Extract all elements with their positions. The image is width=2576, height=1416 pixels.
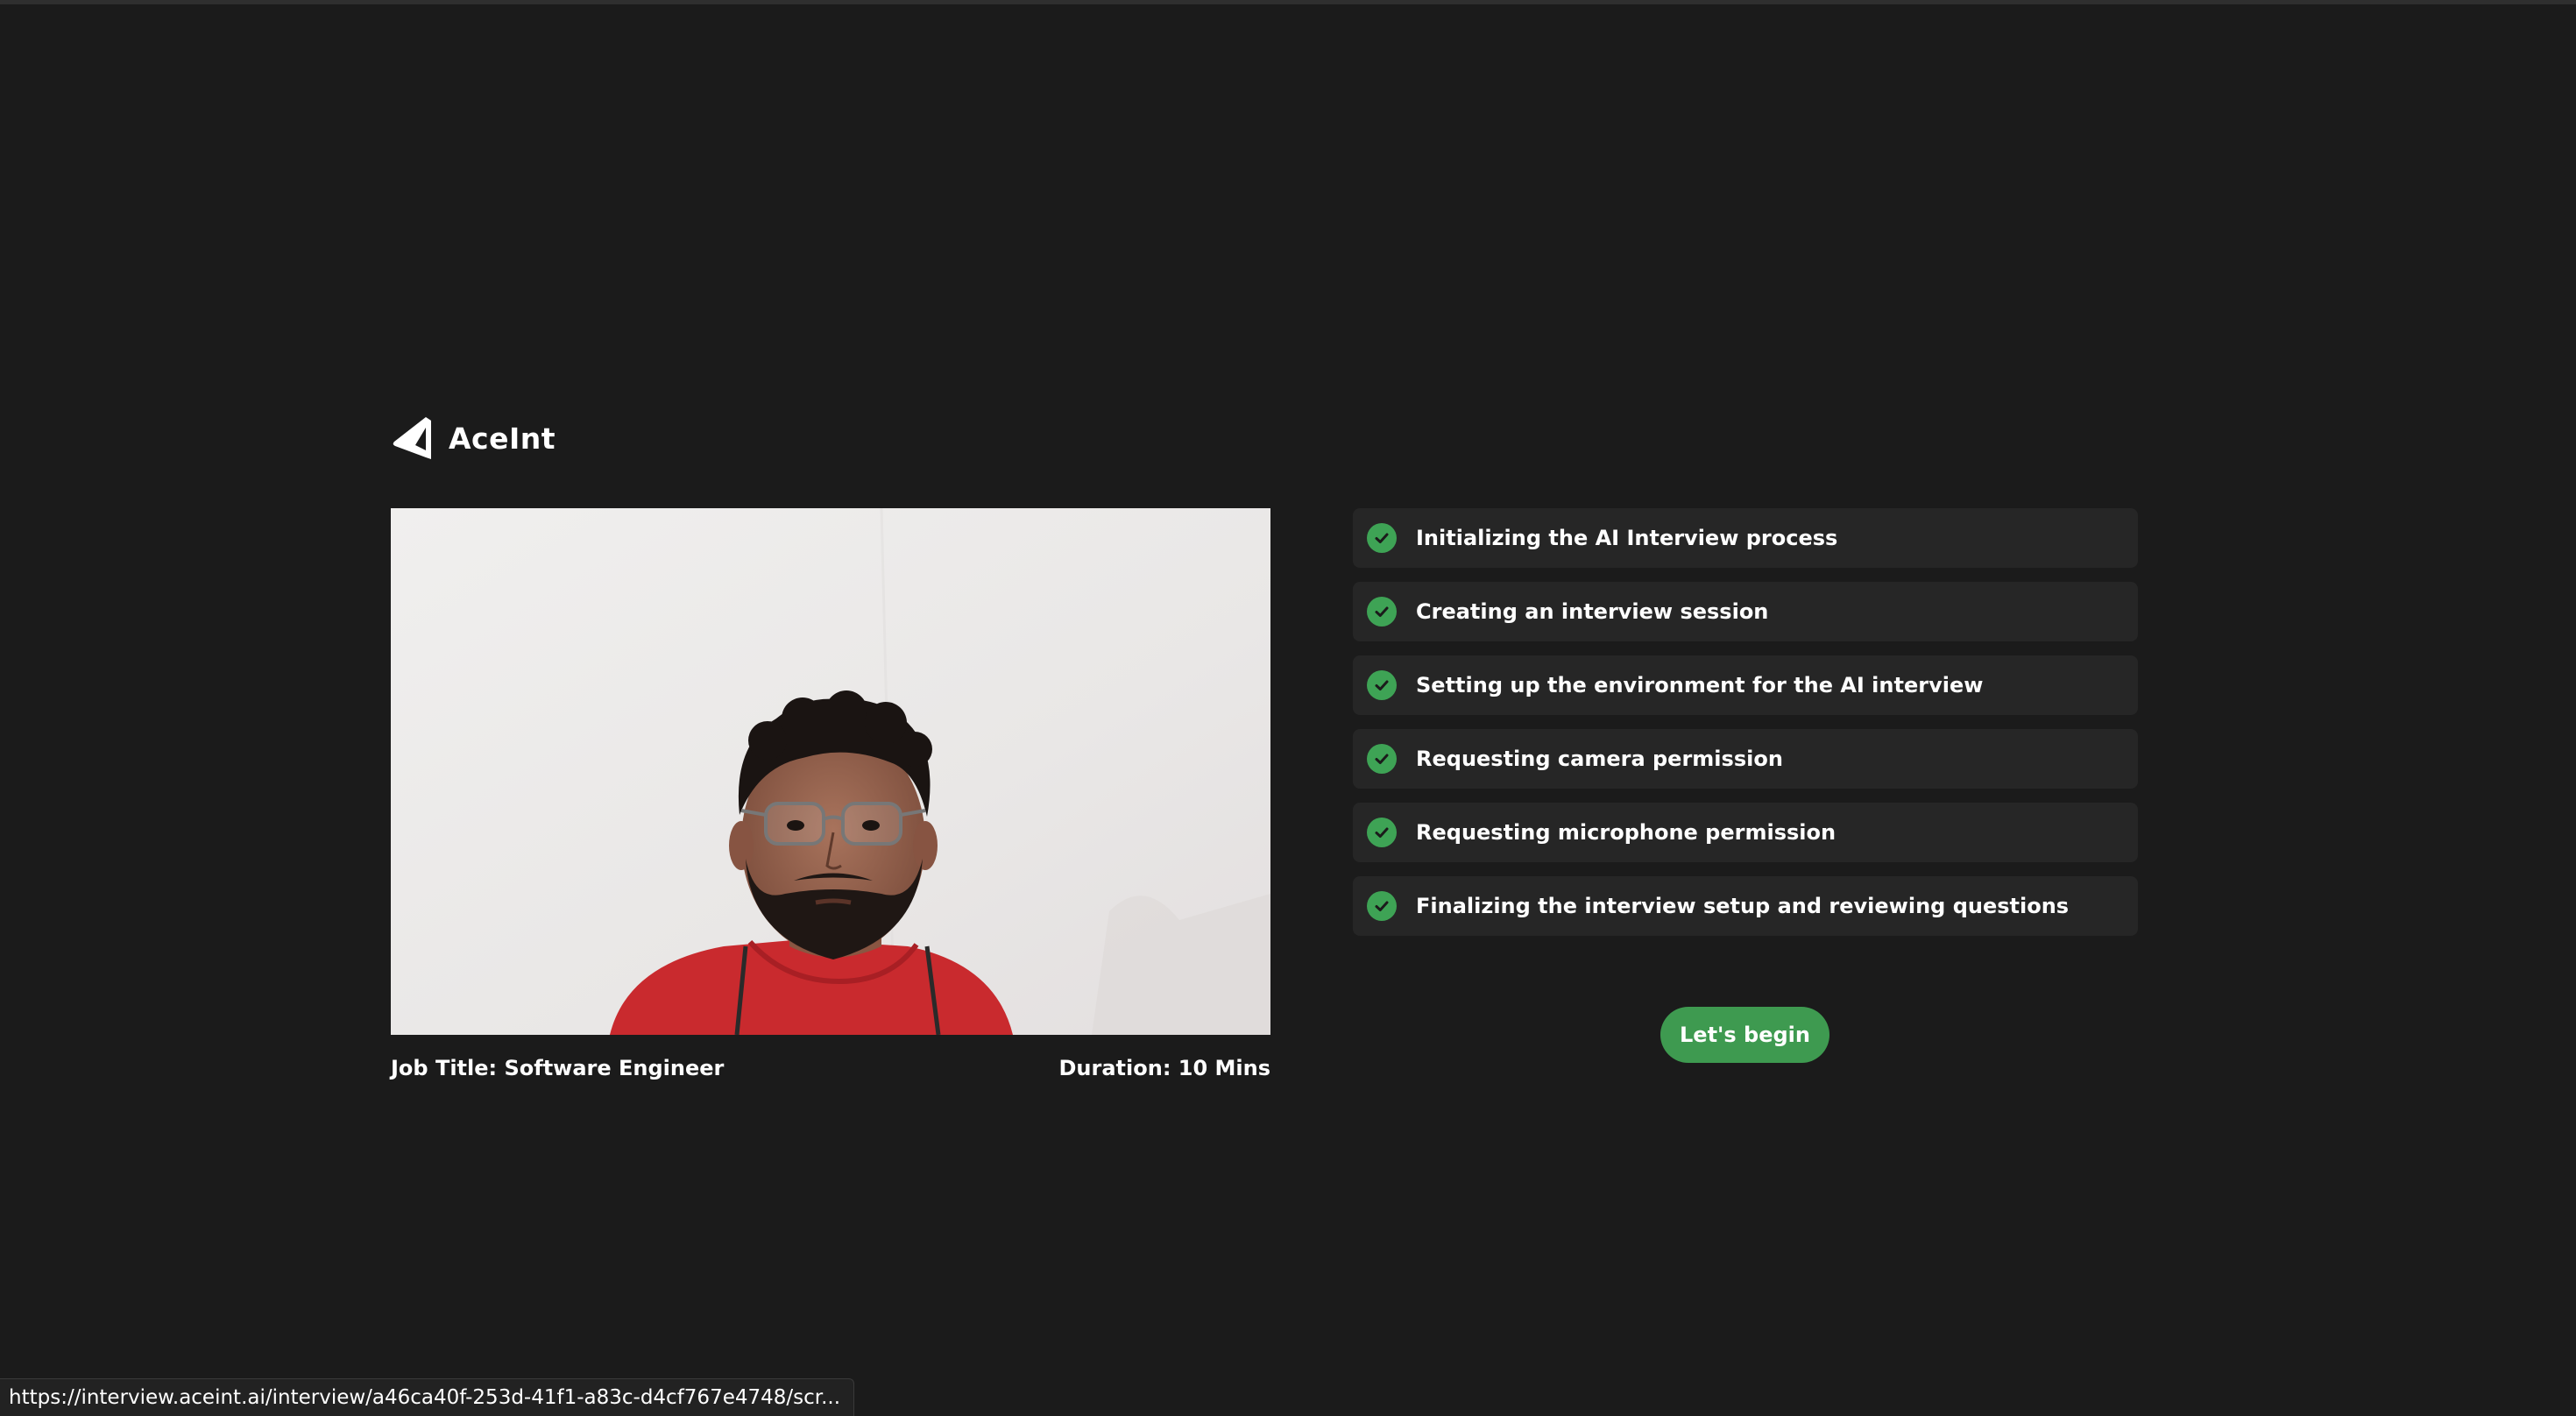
check-circle-icon xyxy=(1367,818,1397,847)
check-circle-icon xyxy=(1367,744,1397,774)
check-circle-icon xyxy=(1367,597,1397,627)
setup-step: Creating an interview session xyxy=(1353,582,2138,641)
setup-step-label: Initializing the AI Interview process xyxy=(1416,526,1838,550)
lets-begin-button[interactable]: Let's begin xyxy=(1660,1007,1829,1063)
job-title-text: Job Title: Software Engineer xyxy=(391,1056,725,1080)
setup-step-label: Requesting microphone permission xyxy=(1416,820,1836,845)
setup-step: Requesting microphone permission xyxy=(1353,803,2138,862)
check-circle-icon xyxy=(1367,523,1397,553)
setup-step-label: Setting up the environment for the AI in… xyxy=(1416,673,1984,697)
webcam-feed-image xyxy=(391,508,1270,1035)
setup-step: Setting up the environment for the AI in… xyxy=(1353,655,2138,715)
setup-step: Requesting camera permission xyxy=(1353,729,2138,789)
status-bar-url: https://interview.aceint.ai/interview/a4… xyxy=(0,1378,854,1416)
setup-step-label: Requesting camera permission xyxy=(1416,747,1783,771)
setup-steps-list: Initializing the AI Interview process Cr… xyxy=(1353,508,2138,950)
duration-text: Duration: 10 Mins xyxy=(1058,1056,1271,1080)
window-top-border xyxy=(0,0,2576,4)
setup-step-label: Finalizing the interview setup and revie… xyxy=(1416,894,2070,918)
check-circle-icon xyxy=(1367,891,1397,921)
brand-logo: AceInt xyxy=(391,414,556,463)
camera-preview xyxy=(391,508,1270,1035)
aceint-logo-icon xyxy=(393,417,431,459)
setup-step-label: Creating an interview session xyxy=(1416,599,1769,624)
setup-step: Initializing the AI Interview process xyxy=(1353,508,2138,568)
setup-step: Finalizing the interview setup and revie… xyxy=(1353,876,2138,936)
check-circle-icon xyxy=(1367,670,1397,700)
brand-name: AceInt xyxy=(449,421,556,456)
